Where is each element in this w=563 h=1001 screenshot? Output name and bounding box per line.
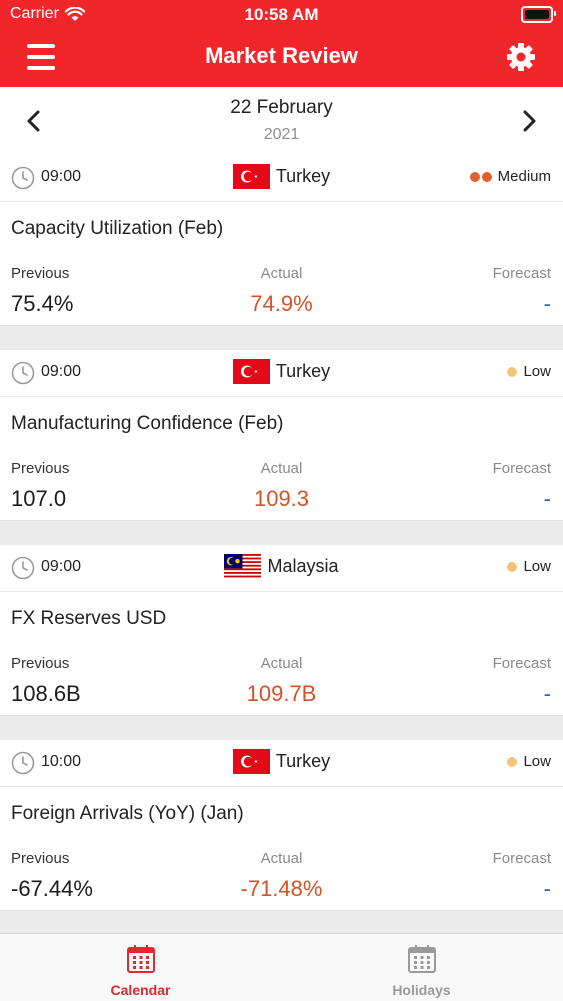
battery-icon	[521, 6, 556, 23]
impact-label: Low	[523, 363, 551, 380]
event-meta-row: 09:00 Turkey Medium	[0, 155, 563, 202]
tab-bar: Calendar Holidays	[0, 933, 563, 1001]
actual-label: Actual	[260, 850, 303, 867]
country-name: Malaysia	[267, 556, 339, 576]
calendar-icon	[408, 945, 436, 973]
event-card[interactable]: 09:00 Turkey Medium Capacity Utilization…	[0, 155, 563, 326]
selected-year: 2021	[263, 126, 300, 143]
event-card[interactable]: 09:00 Malaysia Low FX Reserves USD Previ…	[0, 545, 563, 716]
status-time: 10:58 AM	[244, 5, 319, 24]
actual-value: 74.9%	[250, 291, 313, 316]
gear-icon[interactable]	[506, 42, 536, 72]
event-meta-row: 09:00 Turkey Low	[0, 350, 563, 397]
impact-indicator: Low	[507, 363, 551, 380]
event-meta-row: 09:00 Malaysia Low	[0, 545, 563, 592]
chevron-right-icon[interactable]	[516, 108, 542, 134]
card-separator	[0, 521, 563, 545]
nav-bar: Market Review	[0, 30, 563, 87]
malaysia-flag-icon	[224, 554, 262, 579]
date-selector: 22 February 2021	[0, 87, 563, 155]
tab-holidays-label: Holidays	[392, 982, 451, 998]
event-meta-row: 10:00 Turkey Low	[0, 740, 563, 787]
country-name: Turkey	[275, 361, 331, 381]
app-header: Carrier 10:58 AM Market Review	[0, 0, 563, 87]
selected-date: 22 February	[230, 97, 333, 118]
turkey-flag-icon	[232, 359, 270, 384]
forecast-value: -	[543, 291, 551, 316]
status-bar: Carrier 10:58 AM	[0, 0, 563, 30]
actual-label: Actual	[260, 655, 303, 672]
forecast-value: -	[543, 681, 551, 706]
impact-label: Low	[523, 558, 551, 575]
country-name: Turkey	[275, 166, 331, 186]
forecast-label: Forecast	[492, 265, 551, 282]
country-name: Turkey	[275, 751, 331, 771]
event-card[interactable]: 10:00 Turkey Low Foreign Arrivals (YoY) …	[0, 740, 563, 911]
event-name: Manufacturing Confidence (Feb)	[11, 413, 284, 434]
actual-value: 109.3	[253, 486, 310, 511]
card-separator	[0, 911, 563, 933]
actual-value: 109.7B	[246, 681, 317, 706]
actual-value: -71.48%	[240, 876, 323, 901]
impact-indicator: Low	[507, 558, 551, 575]
tab-calendar-label: Calendar	[110, 982, 171, 998]
impact-indicator: Medium	[469, 168, 551, 185]
impact-indicator: Low	[507, 753, 551, 770]
event-country: Turkey	[0, 359, 563, 384]
impact-label: Medium	[497, 168, 551, 185]
event-name: Foreign Arrivals (YoY) (Jan)	[11, 803, 244, 824]
card-separator	[0, 326, 563, 350]
forecast-value: -	[543, 486, 551, 511]
event-name: FX Reserves USD	[11, 608, 167, 629]
tab-holidays[interactable]: Holidays	[281, 934, 562, 1001]
forecast-label: Forecast	[492, 460, 551, 477]
event-country: Turkey	[0, 749, 563, 774]
event-name: Capacity Utilization (Feb)	[11, 218, 224, 239]
card-separator	[0, 716, 563, 740]
event-card[interactable]: 09:00 Turkey Low Manufacturing Confidenc…	[0, 350, 563, 521]
page-title: Market Review	[205, 43, 358, 68]
forecast-label: Forecast	[492, 655, 551, 672]
actual-label: Actual	[260, 460, 303, 477]
forecast-value: -	[543, 876, 551, 901]
event-country: Malaysia	[0, 554, 563, 579]
turkey-flag-icon	[232, 749, 270, 774]
calendar-icon	[127, 945, 155, 973]
tab-calendar[interactable]: Calendar	[0, 934, 281, 1001]
turkey-flag-icon	[232, 164, 270, 189]
actual-label: Actual	[260, 265, 303, 282]
impact-label: Low	[523, 753, 551, 770]
forecast-label: Forecast	[492, 850, 551, 867]
